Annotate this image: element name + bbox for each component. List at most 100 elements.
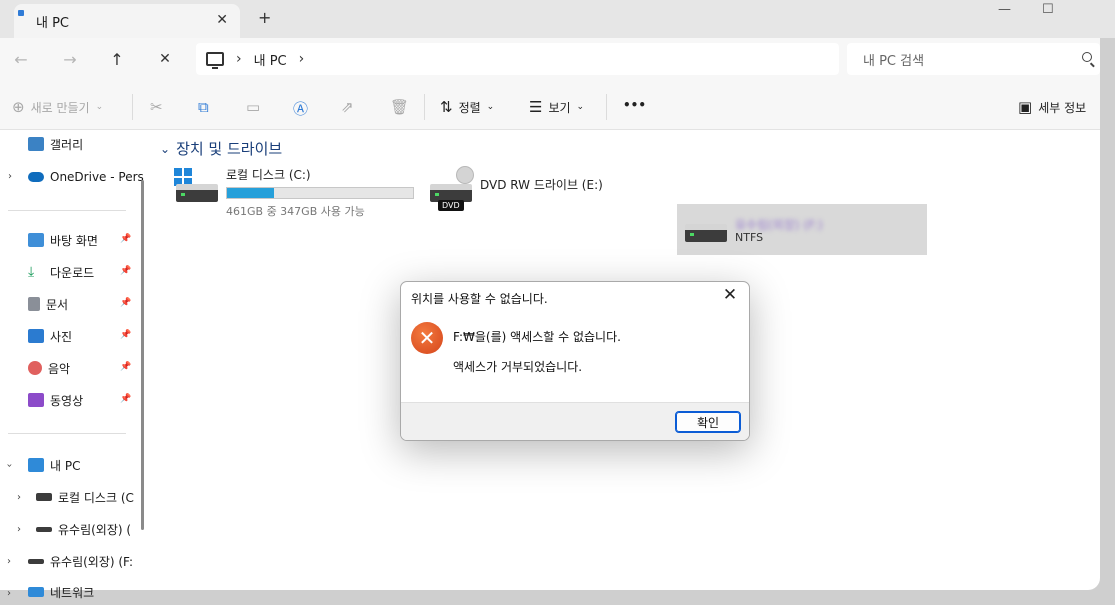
chevron-down-icon: ⌄ xyxy=(160,141,171,156)
more-options-button[interactable]: ••• xyxy=(623,98,646,112)
address-field[interactable]: › 내 PC › xyxy=(196,43,839,75)
computer-icon xyxy=(28,458,44,472)
group-header-devices[interactable]: ⌄ 장치 및 드라이브 xyxy=(160,138,282,159)
chevron-right-icon[interactable]: › xyxy=(236,51,242,67)
navigation-pane: 갤러리 › OneDrive - Pers 바탕 화면 📌 ⤓ 다운로드 📌 문… xyxy=(0,130,150,600)
pin-icon[interactable]: 📌 xyxy=(120,298,131,308)
drive-icon xyxy=(36,526,52,532)
share-button[interactable]: ⇗ xyxy=(341,98,354,116)
tab-this-pc[interactable]: 내 PC ✕ xyxy=(14,4,240,38)
chevron-down-icon: ⌄ xyxy=(95,102,104,112)
view-list-icon: ☰ xyxy=(529,98,543,116)
forward-button[interactable]: → xyxy=(59,50,81,69)
drive-tile-e[interactable]: DVD DVD RW 드라이브 (E:) xyxy=(430,166,650,216)
rename-button[interactable]: Ⓐ xyxy=(293,98,308,119)
close-tab-icon[interactable]: ✕ xyxy=(216,12,228,28)
sidebar-item-label: 사진 xyxy=(50,329,73,344)
cut-button[interactable]: ✂ xyxy=(150,98,163,116)
drive-free-space: 461GB 중 347GB 사용 가능 xyxy=(226,205,365,218)
sidebar-scrollbar[interactable] xyxy=(141,180,144,530)
drive-tile-f[interactable]: 유수림(외장) (F:) NTFS xyxy=(677,204,927,255)
maximize-button[interactable]: ☐ xyxy=(1042,2,1054,17)
sidebar-item-label: OneDrive - Pers xyxy=(50,170,144,184)
copy-button[interactable]: ⧉ xyxy=(198,98,209,116)
sort-button[interactable]: ⇅ 정렬 ⌄ xyxy=(440,98,494,116)
error-dialog: 위치를 사용할 수 없습니다. ✕ ✕ F:₩을(를) 액세스할 수 없습니다.… xyxy=(400,281,750,441)
new-tab-button[interactable]: + xyxy=(258,8,271,27)
sidebar-divider xyxy=(8,210,126,211)
document-icon xyxy=(28,297,40,311)
gallery-icon xyxy=(28,137,44,151)
close-icon[interactable]: ✕ xyxy=(719,285,741,305)
sidebar-item-gallery[interactable]: 갤러리 xyxy=(28,132,168,156)
sidebar-item-onedrive[interactable]: OneDrive - Pers xyxy=(28,165,168,189)
pin-icon[interactable]: 📌 xyxy=(120,362,131,372)
chevron-right-icon[interactable]: › xyxy=(17,492,21,503)
sidebar-item-desktop[interactable]: 바탕 화면 xyxy=(28,228,168,252)
sidebar-item-this-pc[interactable]: 내 PC xyxy=(28,453,168,477)
breadcrumb-this-pc[interactable]: 내 PC xyxy=(254,50,287,69)
chevron-right-icon[interactable]: › xyxy=(8,171,12,182)
sidebar-item-documents[interactable]: 문서 xyxy=(28,292,168,316)
sidebar-item-local-disk[interactable]: 로컬 디스크 (C xyxy=(36,485,140,509)
up-button[interactable]: ↑ xyxy=(106,50,128,69)
drive-usage-fill xyxy=(227,188,274,198)
trash-icon: 🗑 xyxy=(390,98,410,116)
desktop-icon xyxy=(28,233,44,247)
sidebar-item-external-drive[interactable]: 유수림(외장) ( xyxy=(36,517,140,541)
toolbar-divider xyxy=(424,94,425,120)
delete-button[interactable]: 🗑 xyxy=(390,98,409,116)
ok-button[interactable]: 확인 xyxy=(675,411,741,433)
plus-circle-icon: ⊕ xyxy=(12,98,25,116)
tab-title: 내 PC xyxy=(36,15,70,31)
sidebar-item-label: 다운로드 xyxy=(50,265,95,280)
sidebar-divider xyxy=(8,433,126,434)
music-icon xyxy=(28,361,42,375)
sidebar-item-label: 음악 xyxy=(48,361,71,376)
back-button[interactable]: ← xyxy=(10,50,32,69)
paste-button[interactable]: ▭ xyxy=(246,98,260,116)
chevron-down-icon: ⌄ xyxy=(576,102,585,112)
view-label: 보기 xyxy=(548,100,571,115)
dialog-detail: 액세스가 거부되었습니다. xyxy=(453,360,583,374)
rename-icon: Ⓐ xyxy=(293,100,309,118)
drive-name: DVD RW 드라이브 (E:) xyxy=(480,178,603,192)
sidebar-item-pictures[interactable]: 사진 xyxy=(28,324,168,348)
sidebar-item-label: 내 PC xyxy=(50,458,81,473)
sidebar-item-label: 문서 xyxy=(46,297,69,312)
sidebar-item-music[interactable]: 음악 xyxy=(28,356,168,380)
computer-icon xyxy=(206,52,224,69)
minimize-button[interactable]: — xyxy=(998,2,1011,17)
group-title: 장치 및 드라이브 xyxy=(176,140,283,158)
dialog-footer: 확인 xyxy=(401,402,749,440)
chevron-right-icon[interactable]: › xyxy=(7,588,11,599)
sidebar-item-downloads[interactable]: ⤓ 다운로드 xyxy=(28,260,168,284)
refresh-stop-button[interactable]: ✕ xyxy=(154,51,176,67)
sidebar-item-label: 바탕 화면 xyxy=(50,233,98,248)
network-icon xyxy=(28,587,44,597)
chevron-right-icon[interactable]: › xyxy=(299,51,305,67)
chevron-right-icon[interactable]: › xyxy=(17,524,21,535)
clipboard-icon: ▭ xyxy=(246,98,261,116)
details-pane-icon: ▣ xyxy=(1018,98,1033,116)
view-button[interactable]: ☰ 보기 ⌄ xyxy=(529,98,584,116)
sidebar-item-label: 네트워크 xyxy=(50,585,95,600)
new-label: 새로 만들기 xyxy=(30,100,90,115)
details-pane-button[interactable]: ▣ 세부 정보 xyxy=(1018,98,1086,116)
drive-tile-c[interactable]: 로컬 디스크 (C:) 461GB 중 347GB 사용 가능 xyxy=(174,166,424,218)
chevron-down-icon[interactable]: › xyxy=(4,464,15,468)
new-button[interactable]: ⊕ 새로 만들기 ⌄ xyxy=(12,98,103,116)
pin-icon[interactable]: 📌 xyxy=(120,330,131,340)
pin-icon[interactable]: 📌 xyxy=(120,394,131,404)
sidebar-item-network[interactable]: 네트워크 xyxy=(28,580,168,604)
video-icon xyxy=(28,393,44,407)
pin-icon[interactable]: 📌 xyxy=(120,266,131,276)
sidebar-item-videos[interactable]: 동영상 xyxy=(28,388,168,412)
search-input[interactable]: 내 PC 검색 xyxy=(847,43,1100,75)
drive-usage-bar xyxy=(226,187,414,199)
sidebar-item-external-drive-f[interactable]: 유수림(외장) (F: xyxy=(28,549,140,573)
drive-icon xyxy=(36,493,52,501)
chevron-right-icon[interactable]: › xyxy=(7,556,11,567)
pin-icon[interactable]: 📌 xyxy=(120,234,131,244)
sort-label: 정렬 xyxy=(458,100,481,115)
